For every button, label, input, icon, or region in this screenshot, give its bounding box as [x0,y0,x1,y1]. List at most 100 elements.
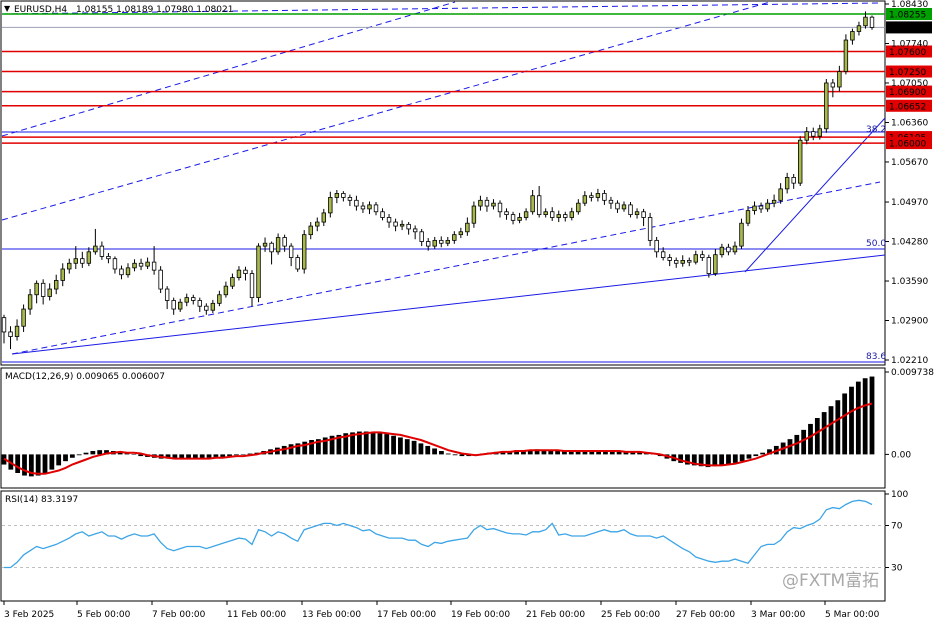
macd-histogram-bar [760,452,766,455]
candle-body [784,177,790,190]
macd-histogram-bar [370,432,376,455]
macd-histogram-bar [213,454,219,457]
candle-body [745,210,751,224]
candle-body [132,262,137,269]
candle-body [171,300,176,310]
macd-histogram-bar [719,454,725,466]
candle-body [608,199,614,204]
macd-histogram-bar [739,454,745,462]
macd-histogram-bar [49,454,55,470]
price-axis-label: 1.04280 [891,238,928,248]
macd-histogram-bar [425,445,431,455]
candle-body [328,197,333,214]
macd-histogram-bar [726,454,731,465]
candle-body [687,260,692,263]
candle-body [843,39,849,72]
candle-body [739,222,744,247]
time-axis-label: 17 Feb 00:00 [377,610,436,620]
time-axis-label: 5 Mar 00:00 [825,610,880,620]
candle-body [615,202,620,210]
time-axis-label: 7 Feb 00:00 [152,610,206,620]
candle-body [491,202,496,207]
candle-body [595,193,601,198]
candle-body [484,199,490,207]
candle-body [119,268,124,276]
candle-body [125,267,131,276]
macd-histogram-bar [411,440,417,455]
candle-body [393,221,398,227]
macd-histogram-bar [90,451,96,455]
candle-body [510,214,516,221]
candle-body [151,261,157,271]
macd-histogram-bar [22,454,27,476]
candle-body [112,258,118,270]
candle-body [204,305,209,311]
candle-body [850,31,855,41]
candle-body [178,301,183,310]
candle-body [654,239,659,253]
macd-histogram-bar [821,412,827,455]
rsi-axis-label: 70 [891,522,903,532]
fib-label: 38.2 [866,125,886,135]
candle-body [99,245,105,257]
candle-body [817,128,822,137]
macd-histogram-bar [849,386,854,455]
candle-body [452,234,457,241]
candle-body [497,202,503,213]
fib-label: 83.6 [866,352,886,362]
macd-histogram-bar [732,454,738,463]
candle-body [308,225,313,236]
candle-body [86,251,92,264]
time-axis-label: 21 Feb 00:00 [526,610,585,620]
candle-body [771,199,777,204]
time-axis-label: 25 Feb 00:00 [601,610,660,620]
candle-body [1,317,7,333]
macd-histogram-bar [869,376,875,455]
candle-body [628,204,633,216]
candle-body [478,199,483,207]
chart-background [0,0,936,624]
macd-histogram-bar [398,437,403,455]
macd-histogram-bar [15,454,21,474]
candle-body [634,211,640,216]
candle-body [347,197,353,201]
macd-histogram-bar [69,454,75,458]
candle-body [550,211,555,218]
candle-body [765,202,770,210]
candle-body [576,202,581,213]
macd-histogram-bar [206,454,212,458]
candle-body [563,214,568,218]
candle-body [523,211,529,218]
macd-histogram-bar [842,393,848,455]
macd-histogram-bar [404,439,410,455]
macd-histogram-bar [220,454,226,457]
candle-body [302,234,307,270]
macd-histogram-bar [302,441,308,455]
candle-body [8,331,13,337]
candle-body [856,25,862,32]
price-axis-label: 1.08430 [891,0,928,10]
macd-histogram-bar [835,400,841,455]
candle-body [360,205,366,210]
candle-body [752,205,757,212]
candle-body [804,131,809,141]
macd-histogram-bar [363,431,369,455]
candle-body [236,269,242,278]
candle-body [569,211,574,218]
candle-body [406,223,411,230]
level-price-tag-text: 1.06900 [889,88,926,98]
candle-body [837,71,842,88]
candle-body [184,297,189,303]
candle-body [412,228,418,233]
macd-histogram-bar [801,429,807,455]
candle-body [47,288,52,297]
macd-histogram-bar [808,423,813,455]
macd-histogram-bar [384,434,390,455]
rsi-title: RSI(14) 83.3197 [5,495,78,505]
candle-body [315,221,320,227]
macd-histogram-bar [35,454,41,476]
candle-body [210,302,216,311]
time-axis-label: 27 Feb 00:00 [676,610,735,620]
menu-triangle-icon[interactable]: ▼ [4,4,11,13]
macd-histogram-bar [63,454,68,462]
